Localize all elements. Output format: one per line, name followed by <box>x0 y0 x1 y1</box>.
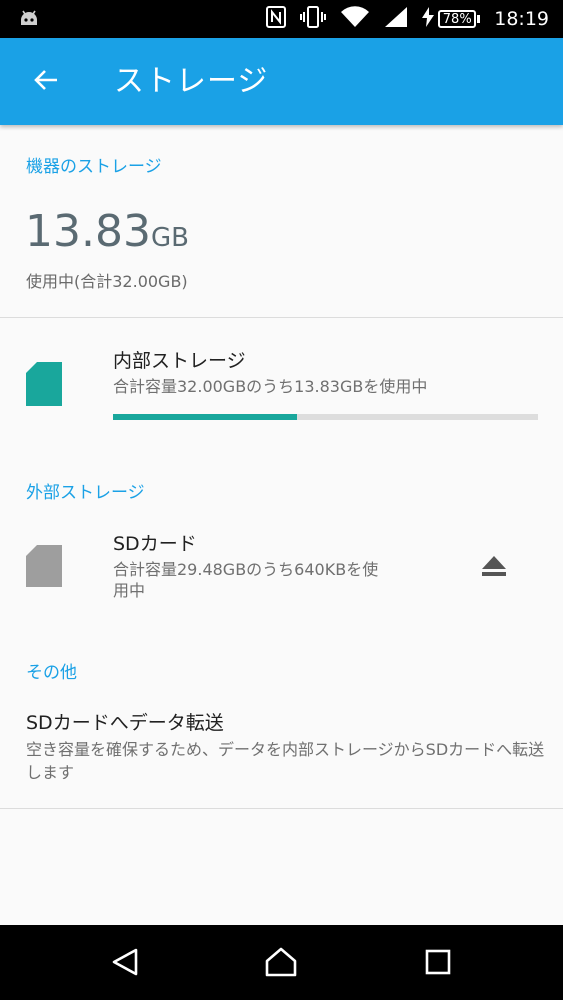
wifi-icon <box>340 6 370 32</box>
sd-card-row[interactable]: SDカード 合計容量29.48GBのうち640KBを使 用中 <box>0 515 563 615</box>
sd-transfer-title: SDカードへデータ転送 <box>26 712 224 734</box>
internal-storage-progress <box>113 414 538 420</box>
divider <box>0 808 563 809</box>
internal-storage-progress-fill <box>113 414 297 420</box>
section-header-external-storage: 外部ストレージ <box>26 483 145 503</box>
battery-icon: 78% <box>422 7 481 31</box>
home-icon <box>264 946 298 982</box>
recents-icon <box>424 948 452 980</box>
app-bar: ストレージ <box>0 38 563 125</box>
sd-card-subtitle: 合計容量29.48GBのうち640KBを使 用中 <box>113 559 378 601</box>
sd-card-title: SDカード <box>113 533 197 555</box>
nfc-icon <box>266 6 287 32</box>
nav-home-button[interactable] <box>259 942 303 986</box>
vibrate-icon <box>300 6 327 32</box>
nav-back-button[interactable] <box>103 942 147 986</box>
nav-recents-button[interactable] <box>416 942 460 986</box>
internal-storage-subtitle: 合計容量32.00GBのうち13.83GBを使用中 <box>113 377 428 396</box>
back-triangle-icon <box>111 947 139 981</box>
used-amount: 13.83GB <box>25 206 189 257</box>
status-time: 18:19 <box>494 8 549 30</box>
internal-storage-title: 内部ストレージ <box>113 350 246 372</box>
battery-percent: 78% <box>438 10 477 28</box>
sd-card-icon <box>26 545 62 591</box>
back-button[interactable] <box>24 60 68 104</box>
charging-icon <box>422 7 435 31</box>
status-bar: 78% 18:19 <box>0 0 563 38</box>
navigation-bar <box>0 925 563 1000</box>
arrow-left-icon <box>33 69 59 95</box>
android-debug-icon <box>18 8 40 32</box>
section-header-other: その他 <box>26 663 77 683</box>
page-title: ストレージ <box>114 64 269 99</box>
used-label: 使用中(合計32.00GB) <box>26 272 188 291</box>
signal-icon <box>384 6 408 32</box>
section-header-device-storage: 機器のストレージ <box>26 157 162 177</box>
used-value: 13.83 <box>25 206 151 257</box>
sd-card-subtitle-line1: 合計容量29.48GBのうち640KBを使 <box>113 560 379 579</box>
internal-storage-icon <box>26 362 62 410</box>
internal-storage-row[interactable]: 内部ストレージ 合計容量32.00GBのうち13.83GBを使用中 <box>0 330 563 440</box>
eject-icon <box>480 556 508 582</box>
used-unit: GB <box>150 223 189 253</box>
eject-button[interactable] <box>480 554 508 578</box>
sd-transfer-description: 空き容量を確保するため、データを内部ストレージからSDカードへ転送します <box>26 740 545 782</box>
divider <box>0 317 563 318</box>
sd-card-subtitle-line2: 用中 <box>113 581 146 600</box>
